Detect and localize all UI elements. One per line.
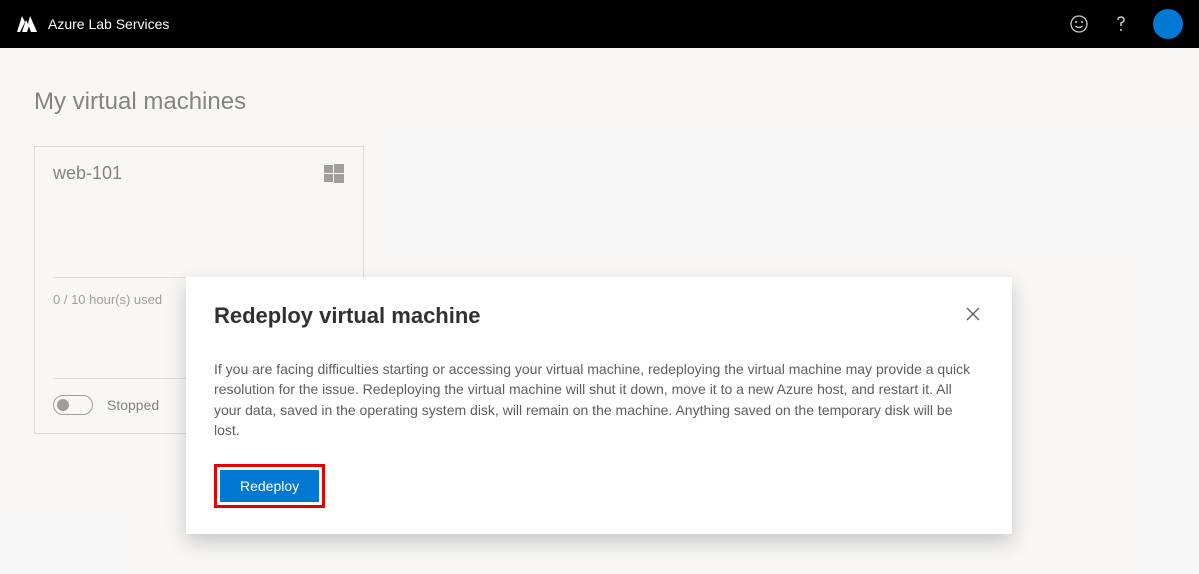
close-icon[interactable] — [962, 303, 984, 325]
avatar[interactable] — [1153, 9, 1183, 39]
dialog-title: Redeploy virtual machine — [214, 303, 481, 329]
azure-lab-logo-icon — [16, 13, 38, 35]
feedback-smiley-icon[interactable] — [1069, 14, 1089, 34]
topbar-right — [1069, 9, 1183, 39]
redeploy-dialog: Redeploy virtual machine If you are faci… — [186, 277, 1012, 534]
topbar-left: Azure Lab Services — [16, 13, 169, 35]
dialog-body-text: If you are facing difficulties starting … — [214, 359, 974, 440]
help-icon[interactable] — [1111, 14, 1131, 34]
brand-text[interactable]: Azure Lab Services — [48, 16, 169, 32]
redeploy-highlight-box: Redeploy — [214, 464, 325, 508]
dialog-actions: Redeploy — [214, 464, 984, 508]
dialog-header: Redeploy virtual machine — [214, 303, 984, 329]
redeploy-button[interactable]: Redeploy — [220, 470, 319, 502]
top-bar: Azure Lab Services — [0, 0, 1199, 48]
